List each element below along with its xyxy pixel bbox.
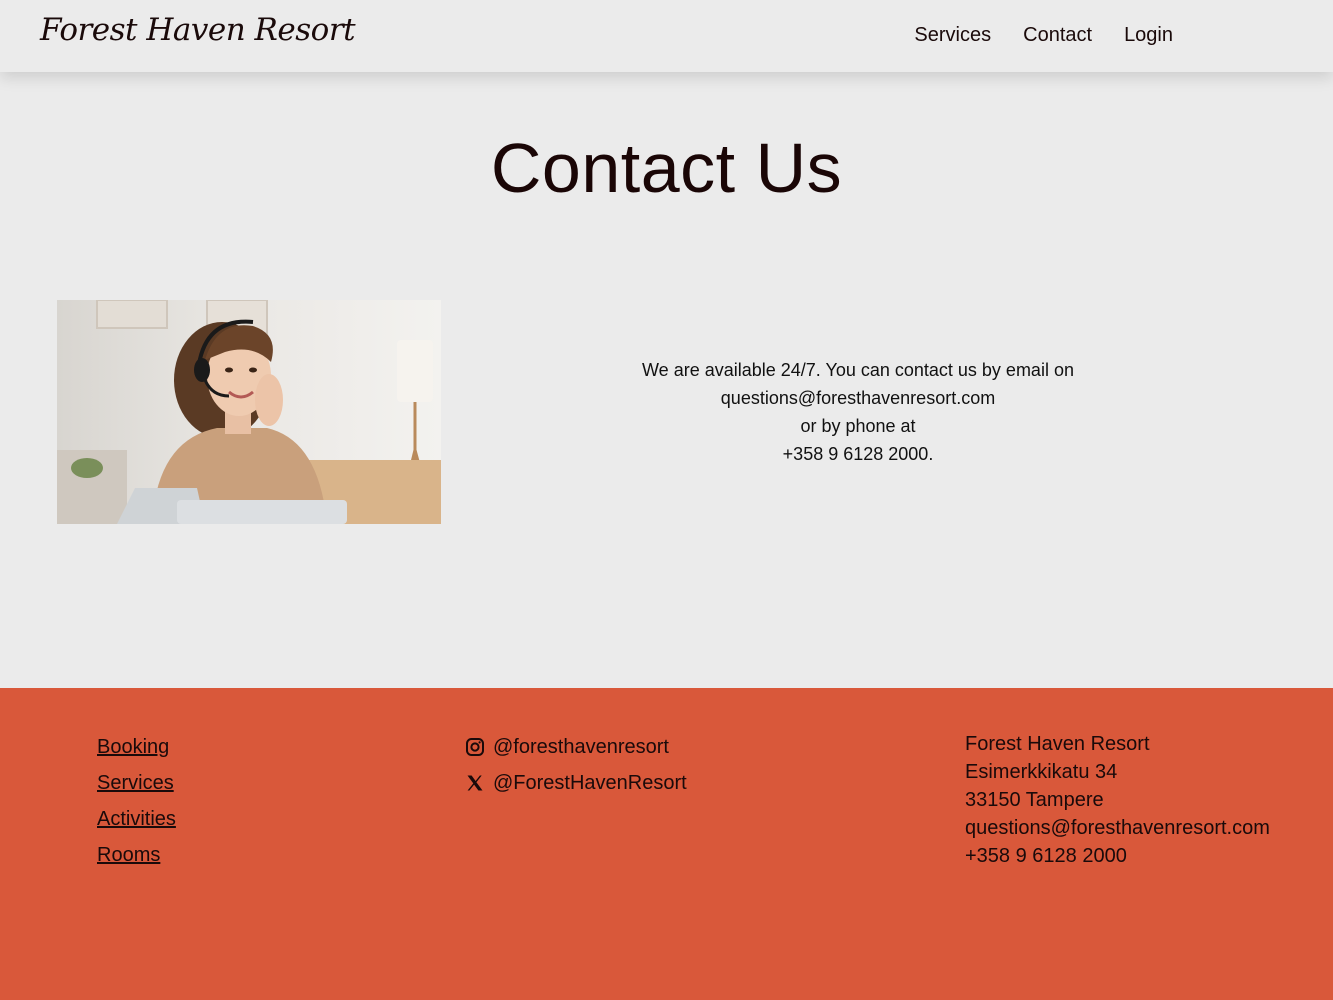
customer-service-photo [57, 300, 441, 524]
page-title: Contact Us [490, 129, 843, 207]
instagram-link[interactable]: @foresthavenresort [465, 734, 687, 760]
nav-services-link[interactable]: Services [914, 24, 991, 47]
main-nav: Services Contact Login [914, 24, 1173, 47]
site-logo[interactable]: Forest Haven Resort [40, 12, 356, 48]
address-name: Forest Haven Resort [965, 733, 1150, 755]
nav-contact-link[interactable]: Contact [1023, 24, 1092, 47]
site-header: Forest Haven Resort Services Contact Log… [0, 0, 1333, 72]
address-phone: +358 9 6128 2000 [965, 845, 1127, 867]
address-city: 33150 Tampere [965, 789, 1104, 811]
social-links: @foresthavenresort @ForestHavenResort [465, 734, 687, 796]
footer-link-booking[interactable]: Booking [97, 734, 176, 760]
instagram-icon [466, 738, 484, 756]
address-street: Esimerkkikatu 34 [965, 761, 1118, 783]
customer-service-illustration [57, 300, 441, 524]
x-handle: @ForestHavenResort [493, 772, 687, 794]
x-icon [467, 775, 483, 791]
footer-link-rooms[interactable]: Rooms [97, 842, 176, 868]
contact-line-phone-label: or by phone at [800, 416, 916, 436]
x-link[interactable]: @ForestHavenResort [465, 770, 687, 796]
contact-email-text: questions@foresthavenresort.com [720, 388, 996, 408]
address-email: questions@foresthavenresort.com [965, 817, 1270, 839]
contact-info-text: We are available 24/7. You can contact u… [560, 356, 1156, 468]
site-footer: Booking Services Activities Rooms @fores… [0, 688, 1333, 1000]
footer-link-services[interactable]: Services [97, 770, 176, 796]
footer-links: Booking Services Activities Rooms [97, 734, 176, 868]
instagram-handle: @foresthavenresort [493, 736, 669, 758]
contact-line-availability: We are available 24/7. You can contact u… [642, 360, 1074, 380]
nav-login-link[interactable]: Login [1124, 24, 1173, 47]
contact-phone-text: +358 9 6128 2000. [782, 444, 934, 464]
footer-address: Forest Haven Resort Esimerkkikatu 34 331… [965, 730, 1270, 870]
footer-link-activities[interactable]: Activities [97, 806, 176, 832]
